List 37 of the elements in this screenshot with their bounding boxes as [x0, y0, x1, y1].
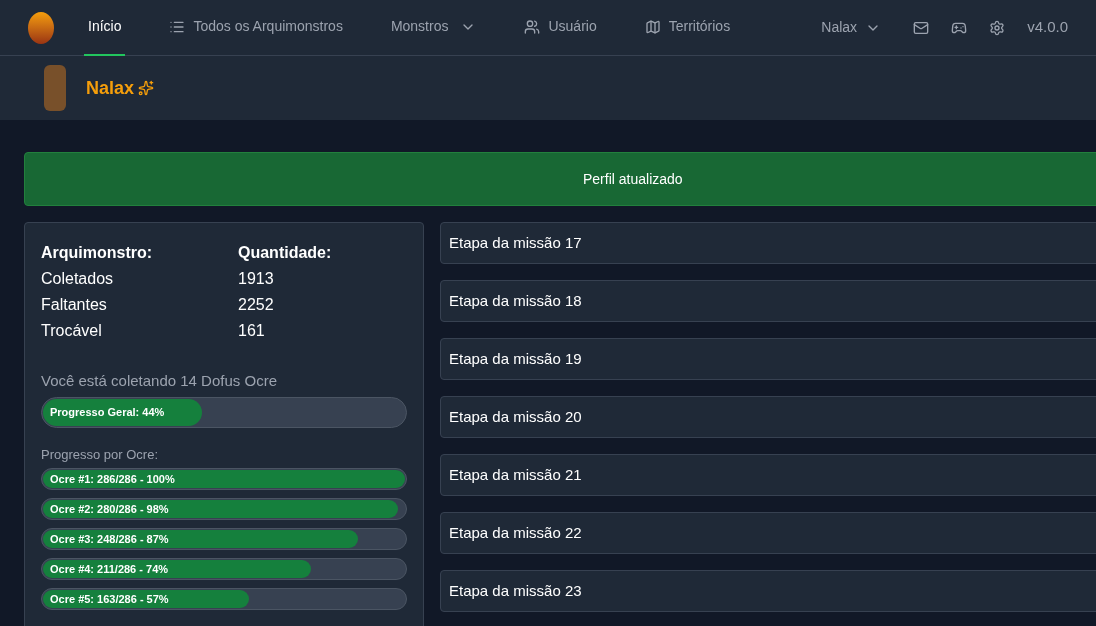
nav-link[interactable]: Usuário — [520, 0, 601, 56]
settings-icon[interactable] — [989, 19, 1006, 36]
egg-logo-icon[interactable] — [28, 11, 54, 44]
nav-link[interactable]: Todos os Arquimonstros — [165, 0, 347, 56]
sparkles-icon — [138, 80, 155, 96]
progress-label: Ocre #2: 280/286 - 98% — [50, 501, 169, 517]
quest-step-panel[interactable]: Etapa da missão 17 — [440, 222, 1096, 264]
progress-label: Ocre #1: 286/286 - 100% — [50, 471, 175, 487]
nav-link[interactable]: Territórios — [640, 0, 735, 56]
column-header: Quantidade: — [238, 243, 333, 263]
quest-step-panel[interactable]: Etapa da missão 23 — [440, 570, 1096, 612]
quest-step-panel[interactable]: Etapa da missão 22 — [440, 512, 1096, 554]
table-cell-text: 161 — [238, 321, 266, 341]
quest-step-panel[interactable]: Etapa da missão 20 — [440, 396, 1096, 438]
map-icon — [644, 18, 661, 35]
users-icon — [524, 18, 541, 35]
table-cell-text: Trocável — [41, 321, 103, 341]
mail-icon[interactable] — [913, 19, 930, 36]
progress-label: Ocre #3: 248/286 - 87% — [50, 531, 169, 547]
collecting-text: Você está coletando 14 Dofus Ocre — [41, 371, 278, 391]
column-header: Arquimonstro: — [41, 243, 154, 263]
quest-step-panel[interactable]: Etapa da missão 18 — [440, 280, 1096, 322]
table-cell-text: 2252 — [238, 295, 275, 315]
progress-label: Ocre #5: 163/286 - 57% — [50, 591, 169, 607]
version-label: v4.0.0 — [1027, 17, 1068, 38]
table-cell-text: Coletados — [41, 269, 115, 289]
success-alert: Perfil atualizado — [24, 152, 1096, 206]
quest-step-panel[interactable]: Etapa da missão 19 — [440, 338, 1096, 380]
quest-step-panel[interactable]: Etapa da missão 21 — [440, 454, 1096, 496]
progress-label: Ocre #4: 211/286 - 74% — [50, 561, 169, 577]
table-cell-text: Faltantes — [41, 295, 108, 315]
section-label: Progresso por Ocre: — [41, 446, 160, 464]
nav-link[interactable]: Monstros — [386, 0, 481, 56]
user-menu[interactable]: Nalax — [821, 17, 882, 38]
progress-label: Progresso Geral: 44% — [50, 405, 165, 421]
table-cell-text: 1913 — [238, 269, 275, 289]
profile-name: Nalax — [86, 76, 135, 100]
